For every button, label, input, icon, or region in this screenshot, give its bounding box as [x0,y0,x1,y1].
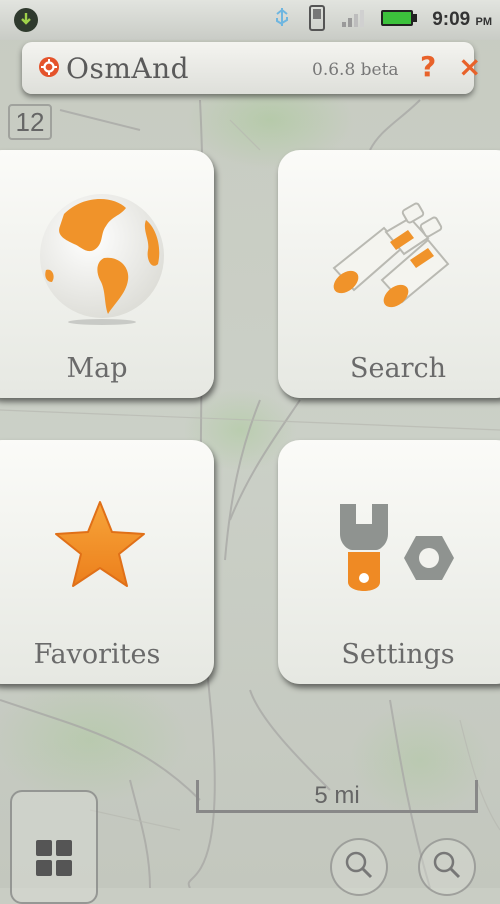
help-button[interactable]: ? [420,50,436,83]
favorites-label: Favorites [33,639,161,670]
clock-ampm: PM [475,16,493,28]
clock-time: 9:09 [432,9,471,30]
zoom-out-button[interactable] [330,838,388,896]
magnifier-plus-icon [433,851,461,879]
app-version: 0.6.8 beta [312,60,399,80]
globe-icon [40,194,164,325]
search-label: Search [350,353,446,384]
settings-label: Settings [341,639,455,670]
close-button[interactable]: × [458,50,481,83]
wrench-nut-icon [340,504,454,591]
battery-icon [380,8,418,32]
map-label: Map [66,353,128,384]
binoculars-icon [332,202,450,308]
scale-label: 5 mi [314,782,360,809]
phone-icon [308,5,326,35]
settings-button[interactable]: Settings [278,440,500,684]
status-bar: 9:09 PM [0,0,500,40]
app-title-bar: OsmAnd 0.6.8 beta ? × [22,42,481,94]
favorites-button[interactable]: Favorites [0,440,214,684]
map-button[interactable]: Map [0,150,214,398]
map-menu-button[interactable] [10,790,98,904]
app-name: OsmAnd [66,52,190,85]
magnifier-minus-icon [345,851,373,879]
search-button[interactable]: Search [278,150,500,398]
usb-icon [270,6,294,34]
grid-icon [36,840,72,876]
osmand-logo-icon [39,57,59,77]
star-icon [55,501,145,587]
scale-bar: 5 mi [196,780,478,813]
zoom-in-button[interactable] [418,838,476,896]
signal-icon [340,8,366,32]
clock: 9:09 PM [432,9,492,31]
zoom-level-indicator: 12 [8,104,52,140]
download-icon [14,8,38,32]
